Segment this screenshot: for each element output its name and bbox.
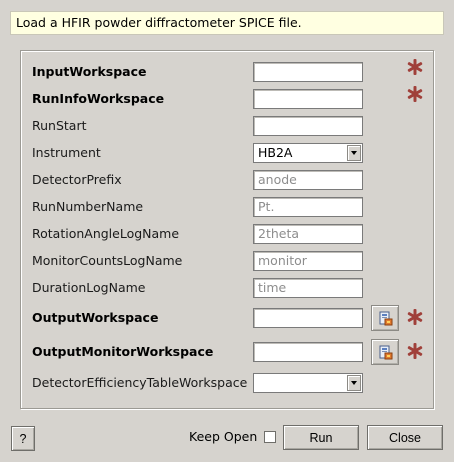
workspace-browse-button[interactable] — [371, 305, 399, 331]
algorithm-description: Load a HFIR powder diffractometer SPICE … — [10, 11, 444, 35]
property-label: OutputWorkspace — [32, 310, 159, 325]
property-row-run-start: RunStart — [21, 115, 433, 137]
select-value: HB2A — [258, 145, 293, 160]
output-workspace-input[interactable] — [253, 308, 363, 328]
monitor-counts-log-name-input[interactable]: monitor — [253, 251, 363, 271]
property-label: RotationAngleLogName — [32, 226, 180, 241]
property-label: DurationLogName — [32, 280, 146, 295]
property-row-input-workspace: InputWorkspace — [21, 58, 433, 83]
input-workspace-input[interactable] — [253, 62, 363, 82]
property-label: RunInfoWorkspace — [32, 91, 165, 106]
instrument-select[interactable]: HB2A — [253, 143, 363, 163]
detector-efficiency-table-workspace-select[interactable] — [253, 373, 363, 393]
keep-open-checkbox[interactable] — [264, 431, 276, 443]
properties-group: InputWorkspace RunInfoWorkspace RunStart In… — [20, 50, 434, 409]
run-info-workspace-input[interactable] — [253, 89, 363, 109]
run-number-name-input[interactable]: Pt. — [253, 197, 363, 217]
property-row-run-info-workspace: RunInfoWorkspace — [21, 85, 433, 110]
output-monitor-workspace-input[interactable] — [253, 342, 363, 362]
run-start-input[interactable] — [253, 116, 363, 136]
asterisk-icon — [406, 308, 424, 326]
property-row-duration-log-name: DurationLogName time — [21, 277, 433, 299]
property-label: DetectorEfficiencyTableWorkspace — [32, 375, 248, 390]
property-label: DetectorPrefix — [32, 172, 122, 187]
property-row-instrument: Instrument HB2A — [21, 142, 433, 164]
property-label: MonitorCountsLogName — [32, 253, 183, 268]
rotation-angle-log-name-input[interactable]: 2theta — [253, 224, 363, 244]
run-button[interactable]: Run — [283, 425, 359, 450]
property-row-rotation-angle-log-name: RotationAngleLogName 2theta — [21, 223, 433, 245]
close-button[interactable]: Close — [367, 425, 443, 450]
property-row-monitor-counts-log-name: MonitorCountsLogName monitor — [21, 250, 433, 272]
keep-open-label: Keep Open — [189, 429, 258, 444]
property-label: Instrument — [32, 145, 101, 160]
workspace-browse-button[interactable] — [371, 339, 399, 365]
property-row-output-workspace: OutputWorkspace — [21, 305, 433, 331]
detector-prefix-input[interactable]: anode — [253, 170, 363, 190]
asterisk-icon — [406, 342, 424, 360]
workspace-browse-icon — [379, 345, 393, 360]
chevron-down-icon[interactable] — [347, 145, 361, 161]
property-row-detector-efficiency-table-workspace: DetectorEfficiencyTableWorkspace — [21, 372, 433, 394]
property-label: RunNumberName — [32, 199, 144, 214]
asterisk-icon — [406, 85, 424, 103]
help-button[interactable]: ? — [11, 426, 35, 451]
property-label: InputWorkspace — [32, 64, 147, 79]
duration-log-name-input[interactable]: time — [253, 278, 363, 298]
chevron-down-icon[interactable] — [347, 375, 361, 391]
property-label: OutputMonitorWorkspace — [32, 344, 214, 359]
property-row-output-monitor-workspace: OutputMonitorWorkspace — [21, 339, 433, 365]
property-row-run-number-name: RunNumberName Pt. — [21, 196, 433, 218]
property-label: RunStart — [32, 118, 87, 133]
asterisk-icon — [406, 58, 424, 76]
workspace-browse-icon — [379, 311, 393, 326]
property-row-detector-prefix: DetectorPrefix anode — [21, 169, 433, 191]
